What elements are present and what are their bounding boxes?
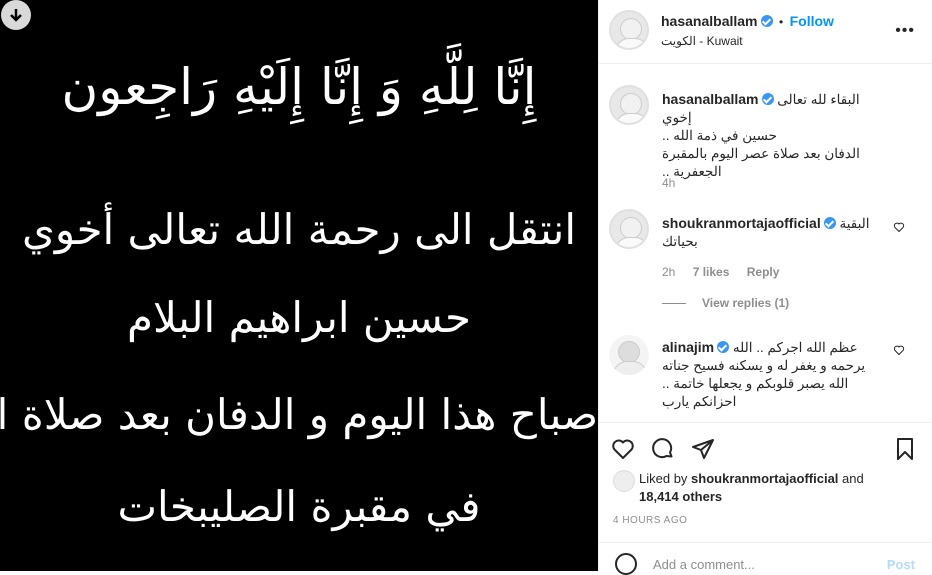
like-comment-heart-icon[interactable] (893, 221, 905, 236)
comment-text: عظم الله اجركم .. الله (732, 340, 858, 355)
verified-icon (760, 15, 773, 27)
avatar[interactable] (609, 10, 649, 50)
view-replies-button[interactable]: View replies (1) (662, 296, 789, 310)
liked-by-others-link[interactable]: 18,414 others (639, 489, 722, 504)
username-link[interactable]: alinajim (662, 339, 714, 355)
view-replies-label: View replies (1) (702, 296, 790, 310)
comment-text: الله يصبر قلوبكم و يجعلها خاتمة .. (662, 376, 849, 391)
comment-text: بحياتك (662, 234, 698, 249)
more-options-icon[interactable]: ••• (895, 22, 915, 40)
username-link[interactable]: shoukranmortajaofficial (662, 215, 821, 231)
share-paper-plane-icon[interactable] (691, 437, 715, 466)
scroll-down-button[interactable] (1, 0, 31, 30)
comment-likes[interactable]: 7 likes (693, 265, 730, 279)
media-text-line: إِنَّا لِلَّهِ وَ إِنَّا إِلَيْهِ رَاجِع… (61, 58, 537, 116)
comment-text: يرحمه و يغفر له و يسكنه فسيح جناته (662, 358, 866, 373)
like-comment-heart-icon[interactable] (893, 344, 905, 359)
like-heart-icon[interactable] (611, 437, 635, 466)
post-details-panel: hasanalballam • Follow الكويت - Kuwait •… (598, 0, 932, 575)
liked-by-user-link[interactable]: shoukranmortajaofficial (691, 471, 838, 486)
avatar[interactable] (613, 470, 635, 492)
comment-time[interactable]: 2h (662, 265, 675, 279)
post-media-image[interactable]: إِنَّا لِلَّهِ وَ إِنَّا إِلَيْهِ رَاجِع… (0, 0, 598, 571)
post-header: hasanalballam • Follow الكويت - Kuwait •… (599, 0, 932, 64)
verified-icon (717, 341, 730, 353)
liked-by-label: Liked by (639, 471, 688, 486)
emoji-icon[interactable] (615, 553, 637, 575)
avatar[interactable] (609, 335, 649, 375)
comment-bubble-icon[interactable] (651, 437, 675, 466)
add-comment-bar: Add a comment... Post (599, 542, 932, 575)
post-timestamp[interactable]: 4 HOURS AGO (613, 515, 687, 526)
media-text-line: حسين ابراهيم البلام (127, 293, 471, 342)
comment-text: البقية (839, 216, 870, 231)
caption-text: حسين في ذمة الله .. (662, 128, 778, 143)
comment-text: احزانكم يارب (662, 394, 737, 409)
divider (662, 303, 686, 305)
post-comment-button[interactable]: Post (887, 557, 915, 572)
location-link[interactable]: الكويت - Kuwait (661, 34, 743, 48)
reply-button[interactable]: Reply (747, 265, 780, 279)
verified-icon (823, 217, 836, 229)
media-text-line: في مقبرة الصليبخات (117, 482, 481, 531)
username-link[interactable]: hasanalballam (662, 91, 759, 107)
liked-by-and: and (842, 471, 864, 486)
caption-text: الدفان بعد صلاة عصر اليوم بالمقبرة (662, 146, 860, 161)
caption-time[interactable]: 4h (662, 176, 675, 190)
username-link[interactable]: hasanalballam (661, 13, 758, 29)
media-text-line: انتقل الى رحمة الله تعالى أخوي (22, 205, 576, 254)
follow-button[interactable]: Follow (790, 13, 834, 29)
save-bookmark-icon[interactable] (893, 437, 917, 466)
media-text-line: صباح هذا اليوم و الدفان بعد صلاة العصر (0, 390, 598, 439)
avatar[interactable] (609, 85, 649, 125)
verified-icon (761, 93, 774, 105)
comment-input[interactable]: Add a comment... (653, 557, 755, 572)
arrow-down-icon (10, 9, 22, 22)
post-actions-bar (599, 422, 932, 475)
avatar[interactable] (609, 209, 649, 249)
